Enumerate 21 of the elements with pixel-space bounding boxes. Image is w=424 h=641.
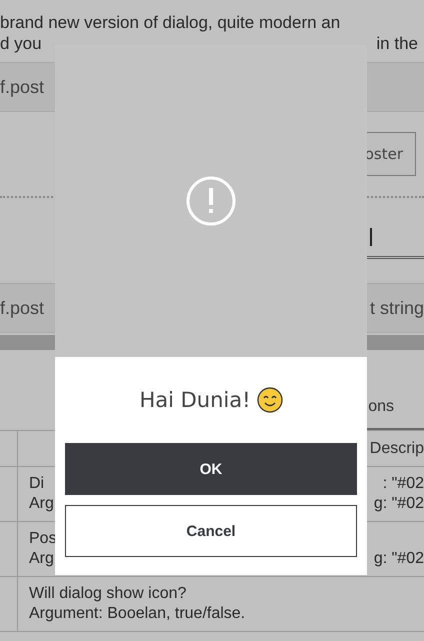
cancel-button[interactable]: Cancel xyxy=(65,505,357,557)
intro-text: in the xyxy=(376,33,418,54)
intro-text: brand new version of dialog, quite modern an xyxy=(0,12,342,33)
table-cell-text: g: "#02 xyxy=(374,549,424,569)
warning-icon xyxy=(186,176,236,226)
table-cell-text: : "#02 xyxy=(382,474,424,494)
intro-text: d you xyxy=(0,33,42,54)
table-cell-text: Will dialog show icon? xyxy=(29,584,186,604)
table-cell-text: Arg xyxy=(29,549,54,569)
ok-button[interactable]: OK xyxy=(65,443,357,495)
table-cell-text: Pos xyxy=(29,529,57,549)
type-text: t string xyxy=(370,298,424,318)
table-cell-text: Di xyxy=(29,474,44,494)
table-cell-text: Argument: Booelan, true/false. xyxy=(29,604,246,624)
column-header: Descrip xyxy=(370,440,424,458)
table-cell-text: Arg xyxy=(29,494,54,514)
code-text: f.post xyxy=(0,76,44,98)
dialog-message: Hai Dunia! xyxy=(139,388,251,412)
smiling-face-icon xyxy=(256,387,283,413)
table-cell-text: g: "#02 xyxy=(374,494,424,514)
code-text: f.post xyxy=(0,298,44,318)
